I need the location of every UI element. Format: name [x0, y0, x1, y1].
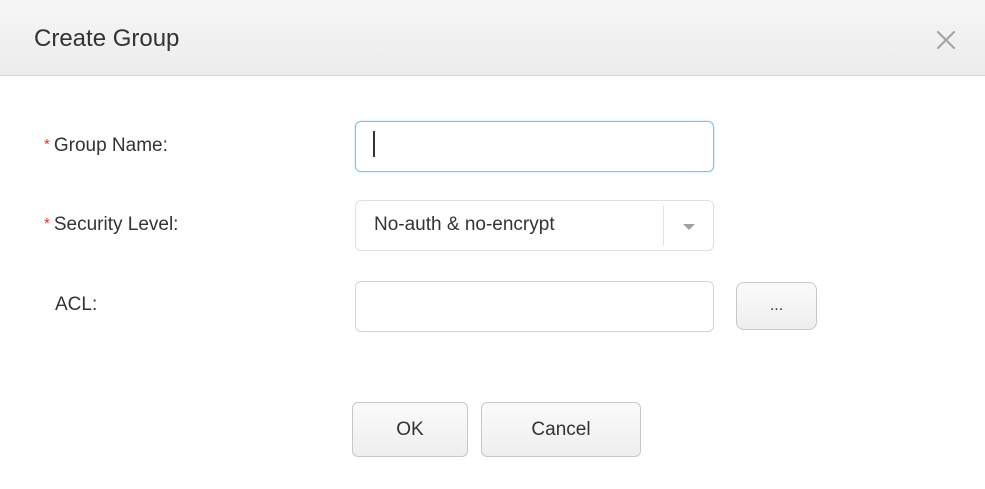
dialog-title: Create Group: [34, 25, 180, 52]
acl-input[interactable]: [355, 281, 714, 332]
ok-button[interactable]: OK: [352, 402, 468, 457]
security-level-value: No-auth & no-encrypt: [374, 214, 555, 235]
required-mark: *: [44, 215, 50, 232]
close-icon: [936, 30, 956, 50]
close-button[interactable]: [928, 22, 964, 58]
group-name-label: * Group Name:: [44, 134, 168, 159]
chevron-down-icon: [683, 224, 695, 230]
security-level-label-text: Security Level:: [53, 214, 179, 235]
security-level-select[interactable]: No-auth & no-encrypt: [355, 200, 714, 251]
dialog-header: Create Group: [0, 0, 985, 76]
cancel-button[interactable]: Cancel: [481, 402, 641, 457]
security-level-label: * Security Level:: [44, 213, 178, 238]
acl-browse-button[interactable]: ...: [736, 282, 817, 330]
dropdown-toggle[interactable]: [676, 219, 702, 235]
text-caret: [373, 131, 375, 157]
create-group-dialog: Create Group * Group Name: * Security Leve…: [0, 0, 985, 489]
group-name-input[interactable]: [355, 121, 714, 172]
group-name-label-text: Group Name:: [53, 135, 168, 156]
acl-label: ACL:: [55, 294, 98, 315]
select-divider: [663, 206, 664, 246]
required-mark: *: [44, 136, 50, 153]
